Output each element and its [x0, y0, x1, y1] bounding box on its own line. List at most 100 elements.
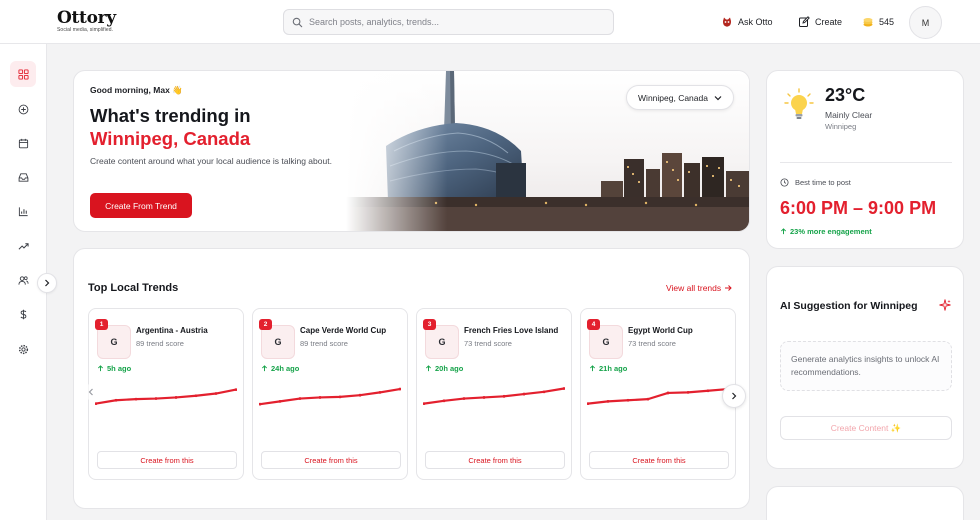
view-all-label: View all trends: [666, 283, 722, 293]
trend-score: 89 trend score: [300, 339, 348, 348]
trend-card[interactable]: 1 G Argentina - Austria 89 trend score 5…: [88, 308, 244, 480]
chevron-left-icon: [88, 388, 93, 396]
location-select-value: Winnipeg, Canada: [638, 92, 708, 103]
create-from-this-button[interactable]: Create from this: [261, 451, 401, 469]
create-button[interactable]: Create: [798, 15, 842, 29]
sparkline-point: [318, 396, 322, 399]
sparkline-point: [462, 397, 466, 400]
trend-time-label: 5h ago: [107, 364, 132, 373]
sparkline-point: [278, 399, 282, 403]
avatar[interactable]: M: [909, 6, 942, 39]
sparkline-point: [502, 394, 506, 398]
trend-card[interactable]: 4 G Egypt World Cup 73 trend score 21h a…: [580, 308, 736, 480]
trend-score: 89 trend score: [136, 339, 184, 348]
chevron-right-icon: [732, 392, 737, 400]
create-content-button[interactable]: Create Content ✨: [780, 416, 952, 440]
trend-rank: 4: [587, 319, 600, 330]
trend-card[interactable]: 3 G French Fries Love Island 73 trend sc…: [416, 308, 572, 480]
sparkline-point: [606, 399, 610, 403]
sidebar-item-calendar[interactable]: [10, 130, 36, 156]
arrow-up-icon: [261, 365, 268, 372]
ai-suggestion-message: Generate analytics insights to unlock AI…: [780, 341, 952, 391]
trend-source-letter: G: [602, 337, 610, 347]
sparkline-point: [542, 390, 546, 394]
sparkline-point: [114, 398, 118, 402]
hero-description: Create content around what your local au…: [90, 156, 332, 166]
sidebar-item-settings[interactable]: [10, 336, 36, 362]
trend-thumbnail: G: [589, 325, 623, 359]
clock-icon: [780, 178, 789, 187]
sidebar-item-billing[interactable]: [10, 301, 36, 327]
sparkline-point: [522, 392, 526, 396]
arrow-up-icon: [97, 365, 104, 372]
sparkline-point: [626, 398, 630, 402]
trending-icon: [18, 242, 29, 250]
ai-suggestion-title: AI Suggestion for Winnipeg: [780, 300, 918, 312]
search-icon: [292, 17, 303, 27]
trend-time: 5h ago: [97, 364, 131, 373]
light-bulb-icon: [784, 88, 814, 119]
sidebar-item-create[interactable]: [10, 96, 36, 122]
trend-rank: 3: [423, 319, 436, 330]
weather-temperature: 23°C: [825, 85, 866, 105]
sidebar-expand-button[interactable]: [37, 273, 57, 293]
trend-time-label: 24h ago: [271, 364, 300, 373]
sparkline-point: [338, 395, 342, 399]
create-from-this-button[interactable]: Create from this: [425, 451, 565, 469]
sidebar-item-audience[interactable]: [10, 267, 36, 293]
inbox-icon: [18, 172, 28, 182]
search-input[interactable]: [309, 17, 599, 27]
trend-time-label: 21h ago: [599, 364, 628, 373]
greeting-text: Good morning, Max 👋: [90, 85, 183, 95]
sparkline-point: [482, 396, 486, 399]
best-time-label: Best time to post: [780, 178, 851, 187]
analytics-icon: [18, 206, 28, 216]
trend-thumbnail: G: [261, 325, 295, 359]
search-bar[interactable]: [283, 9, 614, 35]
trend-time: 24h ago: [261, 364, 299, 373]
hero-card: Good morning, Max 👋 What's trending in W…: [73, 70, 750, 232]
sidebar-item-analytics[interactable]: [10, 198, 36, 224]
sparkline-path: [95, 388, 237, 405]
view-all-trends-link[interactable]: View all trends: [666, 283, 732, 293]
sidebar-item-trends[interactable]: [10, 233, 36, 259]
best-time-text: Best time to post: [795, 178, 851, 187]
carousel-prev-button[interactable]: [83, 384, 99, 400]
best-time-range: 6:00 PM – 9:00 PM: [780, 198, 937, 218]
arrow-right-icon: [725, 285, 732, 291]
create-from-this-button[interactable]: Create from this: [589, 451, 729, 469]
carousel-next-button[interactable]: [722, 384, 746, 408]
chevron-down-icon: [714, 95, 722, 100]
sparkline-point: [174, 396, 178, 399]
brand-logo[interactable]: Ottory Social media, simplified.: [57, 9, 116, 33]
trend-sparkline: [587, 387, 729, 405]
trend-time: 20h ago: [425, 364, 463, 373]
trend-card[interactable]: 2 G Cape Verde World Cup 89 trend score …: [252, 308, 408, 480]
sparkline-point: [686, 391, 690, 394]
hero-city: Winnipeg, Canada: [90, 128, 251, 149]
credits-badge[interactable]: 545: [862, 15, 894, 29]
trend-thumbnail: G: [425, 325, 459, 359]
trend-time-label: 20h ago: [435, 364, 464, 373]
sparkline-point: [706, 389, 710, 393]
trend-time: 21h ago: [589, 364, 627, 373]
divider: [780, 162, 952, 163]
weather-condition: Mainly Clear: [825, 110, 873, 120]
trend-name: French Fries Love Island: [464, 326, 559, 335]
sidebar-item-dashboard[interactable]: [10, 61, 36, 87]
trend-sparkline: [95, 388, 237, 405]
create-from-this-button[interactable]: Create from this: [97, 451, 237, 469]
trend-source-letter: G: [110, 337, 118, 347]
location-select[interactable]: Winnipeg, Canada: [626, 85, 734, 110]
trend-source-letter: G: [438, 337, 446, 347]
users-icon: [17, 275, 28, 285]
create-from-trend-button[interactable]: Create From Trend: [90, 193, 192, 218]
ask-otto-button[interactable]: Ask Otto: [721, 15, 773, 29]
trend-thumbnail: G: [97, 325, 131, 359]
engagement-text: 23% more engagement: [790, 227, 872, 236]
trend-score: 73 trend score: [464, 339, 512, 348]
trend-name: Cape Verde World Cup: [300, 326, 387, 335]
create-label: Create: [815, 17, 843, 27]
sidebar-item-inbox[interactable]: [10, 164, 36, 190]
credits-count: 545: [879, 17, 895, 27]
